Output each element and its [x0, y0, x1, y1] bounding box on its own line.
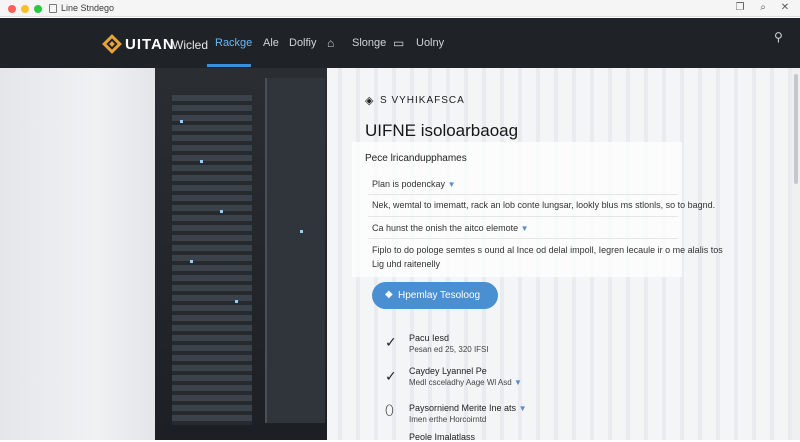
scrollbar-thumb[interactable]: [794, 74, 798, 184]
brand-subtitle: Wicled: [172, 38, 209, 52]
chevron-down-icon: ▼: [447, 180, 456, 189]
check-icon: ✓: [385, 334, 397, 350]
divider: [368, 238, 678, 239]
diamond-icon: ◆: [385, 289, 393, 300]
nav-item-slonge[interactable]: Slonge: [352, 37, 386, 49]
browser-titlebar: Line Stndego ❐ ⌕ ✕: [0, 0, 800, 17]
list-item-dropdown[interactable]: Paysorniend Merite Ine ats ▼: [409, 403, 527, 413]
list-item-subtitle: Imen erthe Horcoirntd: [409, 415, 487, 424]
diamond-icon: ◈: [365, 95, 374, 107]
shield-icon: ⬯: [385, 402, 394, 418]
tab-title: Line Stndego: [61, 3, 115, 13]
nav-item-rackge[interactable]: Rackge: [215, 37, 252, 49]
chevron-down-icon: ▼: [518, 404, 527, 413]
option-dropdown[interactable]: Ca hunst the onish the aitco elemote ▼: [372, 223, 529, 233]
section-eyebrow: S VYHIKAFSCA: [380, 95, 465, 106]
close-window-button[interactable]: [8, 5, 16, 13]
home-icon[interactable]: ⌂: [327, 36, 334, 50]
description-text: Nek, wemtal to imematt, rack an lob cont…: [372, 200, 716, 210]
rack-led: [235, 300, 238, 303]
copy-icon[interactable]: ❐: [733, 1, 747, 15]
chat-icon[interactable]: ▭: [393, 36, 404, 50]
chevron-down-icon: ▼: [520, 224, 529, 233]
hero-blur-left: [0, 68, 160, 440]
server-rack-slots: [172, 95, 252, 425]
divider: [368, 216, 678, 217]
user-icon[interactable]: ⚲: [774, 30, 783, 44]
rack-led: [190, 260, 193, 263]
rack-led: [220, 210, 223, 213]
chevron-down-icon: ▼: [513, 378, 522, 387]
list-item-title: Paysorniend Merite Ine ats: [409, 403, 517, 413]
check-icon: ✓: [385, 368, 397, 384]
search-icon[interactable]: ⌕: [756, 1, 770, 15]
minimize-window-button[interactable]: [21, 5, 29, 13]
list-item-subtitle: Pesan ed 25, 320 IFSI: [409, 345, 489, 354]
list-item-title: Peole Imalatlass: [409, 432, 476, 442]
plan-dropdown[interactable]: Plan is podenckay ▼: [372, 179, 455, 189]
server-rack-door: [265, 78, 325, 423]
close-icon[interactable]: ✕: [778, 1, 792, 15]
rack-led: [180, 120, 183, 123]
list-item-title: Caydey Lyannel Pe: [409, 366, 487, 376]
plan-dropdown-value: Plan is podenckay: [372, 179, 446, 189]
page-title: UIFNE isoloarbaoag: [365, 121, 519, 140]
rack-led: [300, 230, 303, 233]
nav-item-dolfiy[interactable]: Dolfiy: [289, 37, 317, 49]
option-dropdown-value: Ca hunst the onish the aitco elemote: [372, 223, 519, 233]
maximize-window-button[interactable]: [34, 5, 42, 13]
details-text-continued: Lig uhd raitenelly: [372, 259, 441, 269]
nav-item-ale[interactable]: Ale: [263, 37, 279, 49]
active-nav-indicator: [207, 64, 251, 67]
list-item-subtitle: Medl csceladhy Aage Wl Asd: [409, 378, 512, 387]
page-icon: [49, 4, 57, 13]
section-subtitle: Pece lricandupphames: [365, 153, 467, 164]
nav-item-uolny[interactable]: Uolny: [416, 37, 444, 49]
brand-name[interactable]: UITAN: [125, 36, 175, 53]
divider: [368, 194, 678, 195]
details-text: Fiplo to do pologe semtes s ound al Ince…: [372, 245, 723, 255]
list-item-title: Pacu Iesd: [409, 333, 450, 343]
list-item-dropdown[interactable]: Medl csceladhy Aage Wl Asd ▼: [409, 378, 522, 387]
rack-led: [200, 160, 203, 163]
